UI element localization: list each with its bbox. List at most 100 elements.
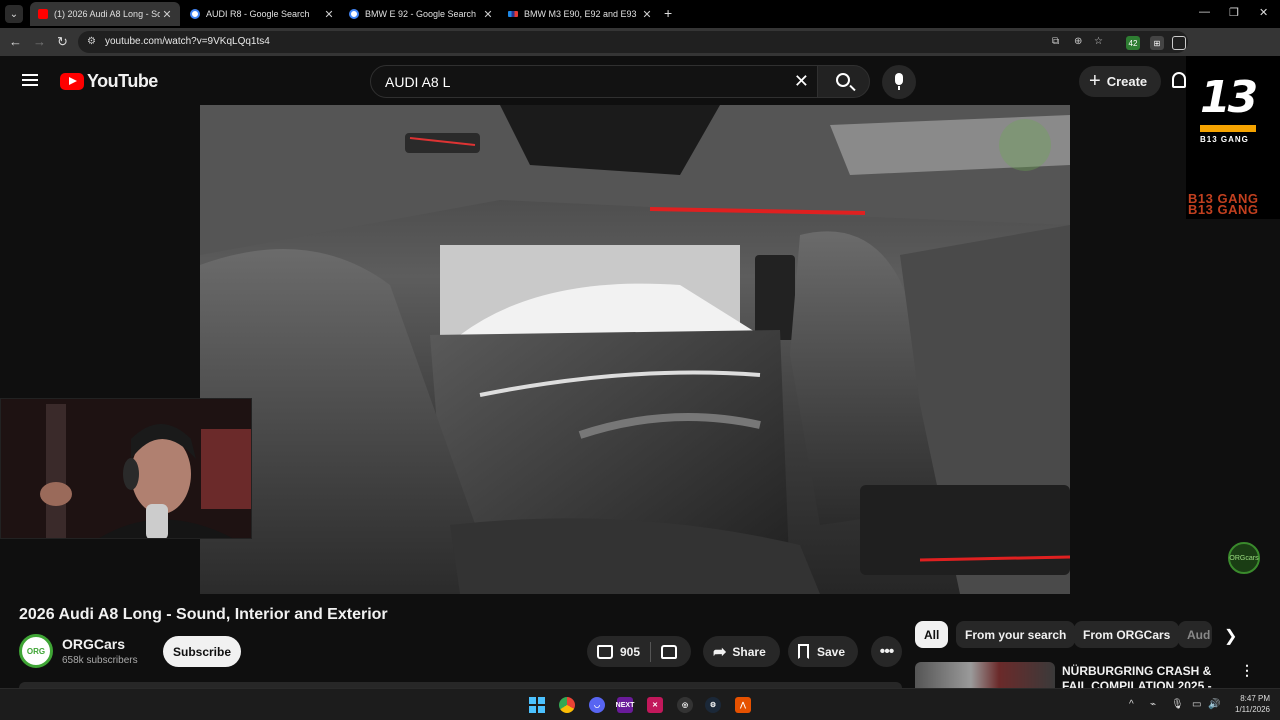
share-icon: ➦ — [713, 643, 727, 661]
search-button[interactable] — [817, 65, 870, 98]
new-tab-icon[interactable]: + — [664, 5, 672, 21]
share-button[interactable]: ➦ Share — [703, 636, 780, 667]
steam-icon[interactable]: ⚙ — [705, 697, 721, 713]
plus-icon: + — [1089, 70, 1101, 92]
display-icon[interactable]: ▭ — [1192, 699, 1201, 710]
extensions-puzzle-icon[interactable] — [1172, 36, 1186, 50]
tray-chevron-icon[interactable]: ^ — [1129, 699, 1134, 710]
more-actions-icon[interactable]: ••• — [871, 636, 902, 667]
chevron-right-icon[interactable]: ❯ — [1224, 626, 1237, 646]
chip-from-channel[interactable]: From ORGCars — [1074, 621, 1180, 648]
extension-icon[interactable]: 42 — [1126, 36, 1140, 50]
bookmark-star-icon[interactable]: ☆ — [1094, 36, 1103, 47]
video-player[interactable] — [200, 105, 1070, 594]
video-frame-car-interior — [200, 105, 1070, 594]
windows-taskbar: ◡ NEXT ✕ ◎ ⚙ ⋀ ^ ⌁ 🎙 ▭ 🔊 8:47 PM 1/11/20… — [0, 688, 1280, 720]
streamer-image — [1, 399, 251, 538]
search-query[interactable]: AUDI A8 L — [385, 74, 450, 90]
browser-tab[interactable]: BMW E 92 - Google Search ✕ — [341, 2, 501, 26]
close-tab-icon[interactable]: ✕ — [322, 8, 336, 21]
browser-tab[interactable]: AUDI R8 - Google Search ✕ — [182, 2, 342, 26]
overlay-logo-text: 13 — [1200, 72, 1258, 123]
share-label: Share — [732, 644, 766, 659]
subscribe-button[interactable]: Subscribe — [163, 636, 241, 667]
browser-tab[interactable]: BMW M3 E90, E92 and E93 ✕ — [500, 2, 660, 26]
tab-title: (1) 2026 Audi A8 Long - Sound, Interior … — [54, 9, 160, 19]
overlay-repeat-line: B13 GANG — [1188, 202, 1259, 217]
like-dislike-group: 905 — [587, 636, 691, 667]
windows-start-icon[interactable] — [529, 697, 545, 713]
discord-icon[interactable]: ◡ — [589, 697, 605, 713]
tab-search-chevron-icon[interactable]: ⌄ — [5, 5, 23, 23]
create-button[interactable]: + Create — [1079, 66, 1161, 97]
search-icon — [836, 73, 850, 87]
chip-audi[interactable]: Aud — [1178, 621, 1212, 648]
screen: { "browser": { "tabs": [ {"title": "(1) … — [0, 0, 1280, 720]
browser-tab-active[interactable]: (1) 2026 Audi A8 Long - Sound, Interior … — [30, 2, 180, 26]
forward-icon[interactable]: → — [33, 34, 46, 49]
extension-icon[interactable]: ⊞ — [1150, 36, 1164, 50]
menu-icon[interactable] — [22, 74, 38, 86]
back-icon[interactable]: ← — [9, 34, 22, 49]
channel-avatar[interactable]: ORG — [19, 634, 53, 668]
youtube-icon — [38, 9, 48, 19]
tab-title: BMW E 92 - Google Search — [365, 9, 477, 19]
like-button[interactable]: 905 — [597, 644, 640, 659]
notifications-bell-icon[interactable] — [1172, 72, 1186, 88]
clear-search-icon[interactable]: ✕ — [794, 71, 809, 92]
microphone-icon — [895, 73, 903, 90]
address-bar[interactable]: ⚙ youtube.com/watch?v=9VKqLQq1ts4 ⧉ ⊕ ☆ … — [78, 31, 1188, 53]
chrome-icon[interactable] — [559, 697, 575, 713]
restore-icon[interactable]: ❐ — [1229, 6, 1239, 19]
recommendation-more-icon[interactable]: ⋮ — [1240, 662, 1254, 679]
app-icon[interactable]: ⋀ — [735, 697, 751, 713]
search-input[interactable]: AUDI A8 L ✕ — [370, 65, 818, 98]
subscriber-count: 658k subscribers — [62, 655, 138, 666]
zoom-icon[interactable]: ⊕ — [1074, 36, 1082, 47]
tab-title: AUDI R8 - Google Search — [206, 9, 310, 19]
like-divider — [650, 641, 652, 662]
volume-icon[interactable]: 🔊 — [1208, 699, 1220, 710]
next-app-label: NEXT — [615, 701, 635, 709]
orgcars-watermark-badge: ORGcars — [1228, 542, 1260, 574]
youtube-header: YouTube AUDI A8 L ✕ + Create — [0, 56, 1280, 106]
minimize-icon[interactable]: — — [1199, 6, 1210, 18]
save-button[interactable]: Save — [788, 636, 858, 667]
save-label: Save — [817, 644, 846, 659]
next-app-icon[interactable]: NEXT — [615, 697, 635, 713]
system-clock[interactable]: 8:47 PM 1/11/2026 — [1226, 693, 1270, 715]
recommendation-thumbnail[interactable] — [915, 662, 1055, 688]
create-label: Create — [1106, 74, 1148, 89]
close-window-icon[interactable]: ✕ — [1259, 6, 1268, 19]
youtube-logo-icon[interactable] — [60, 73, 84, 90]
x-app-icon[interactable]: ✕ — [647, 697, 663, 713]
extension-badge: 42 — [1128, 38, 1138, 48]
dislike-button[interactable] — [661, 644, 678, 659]
close-tab-icon[interactable]: ✕ — [481, 8, 495, 21]
bmw-m-icon — [508, 11, 518, 17]
reload-icon[interactable]: ↻ — [57, 34, 68, 50]
stream-overlay-logo: 13 B13 GANG B13 GANG B13 GANG — [1186, 56, 1280, 219]
site-info-icon[interactable]: ⚙ — [87, 36, 96, 47]
thumbs-up-icon — [597, 644, 613, 659]
url-text[interactable]: youtube.com/watch?v=9VKqLQq1ts4 — [105, 36, 270, 47]
obs-icon[interactable]: ◎ — [677, 697, 693, 713]
install-app-icon[interactable]: ⧉ — [1052, 36, 1059, 47]
microphone-tray-icon[interactable]: 🎙 — [1171, 699, 1184, 710]
save-bookmark-icon — [798, 644, 809, 659]
tab-title: BMW M3 E90, E92 and E93 — [524, 9, 637, 19]
streamer-webcam — [0, 398, 252, 539]
recommendation-title[interactable]: NÜRBURGRING CRASH & FAIL COMPILATION 202… — [1062, 664, 1222, 688]
browser-tab-strip: ⌄ (1) 2026 Audi A8 Long - Sound, Interio… — [0, 0, 1280, 28]
close-tab-icon[interactable]: ✕ — [160, 8, 174, 21]
avatar-text: ORG — [26, 646, 46, 656]
network-icon[interactable]: ⌁ — [1150, 699, 1156, 710]
close-tab-icon[interactable]: ✕ — [640, 8, 654, 21]
chip-all[interactable]: All — [915, 621, 949, 648]
channel-name[interactable]: ORGCars — [62, 636, 125, 652]
voice-search-button[interactable] — [882, 65, 916, 99]
google-icon — [349, 9, 359, 19]
clock-time: 8:47 PM — [1240, 694, 1270, 703]
youtube-logo-text[interactable]: YouTube — [87, 71, 158, 92]
chip-from-your-search[interactable]: From your search — [956, 621, 1076, 648]
